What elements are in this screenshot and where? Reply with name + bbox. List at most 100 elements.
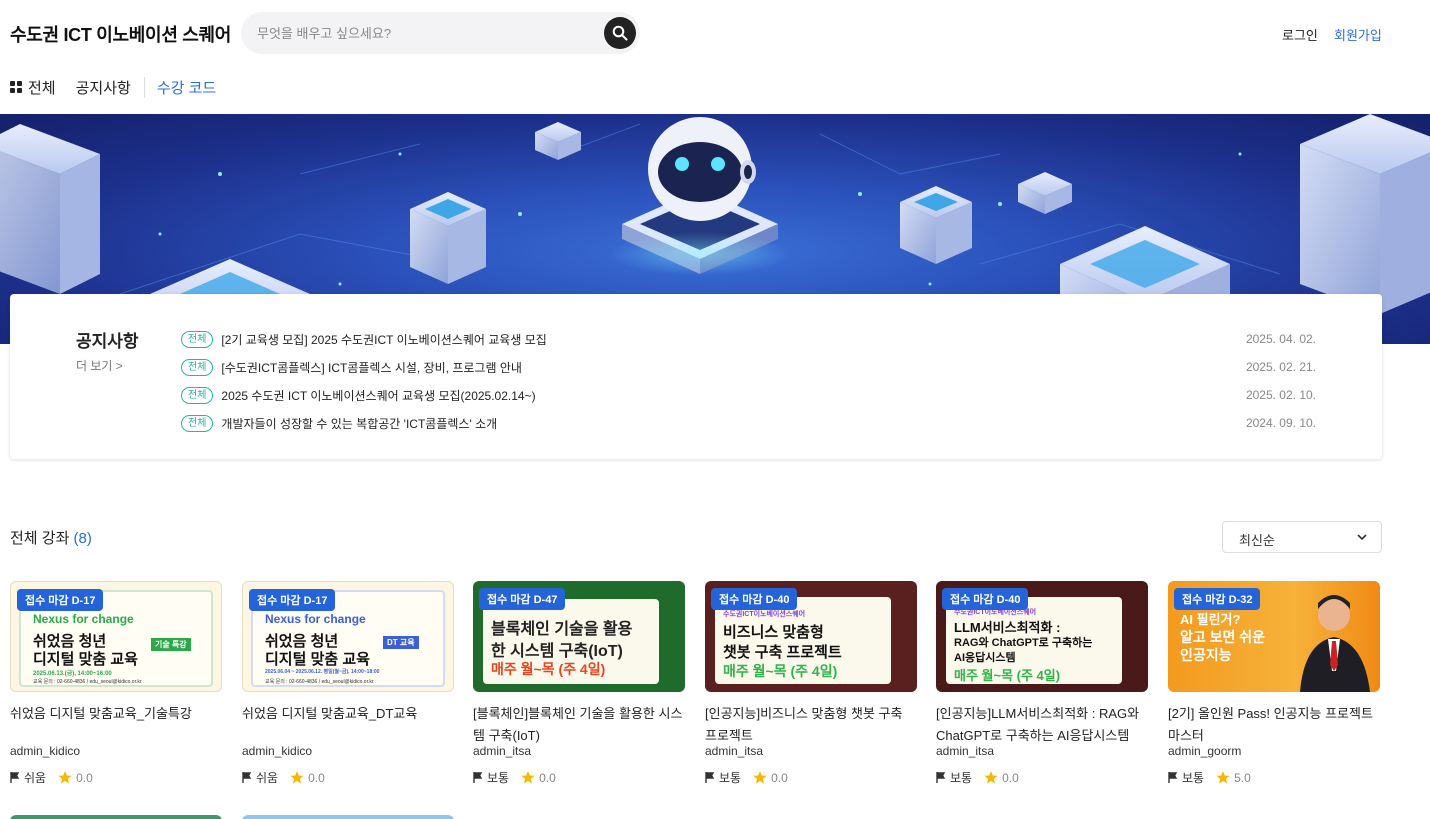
- sort-dropdown[interactable]: 최신순: [1222, 521, 1382, 553]
- poster-contact: 교육 문의 : 02-660-4836 / edu_seoul@kidico.o…: [265, 679, 374, 685]
- course-author: admin_itsa: [473, 744, 532, 758]
- nav-all[interactable]: 전체: [10, 77, 56, 98]
- notice-date: 2025. 02. 10.: [1245, 388, 1316, 402]
- course-author: admin_kidico: [10, 744, 81, 758]
- course-level: 쉬움: [24, 771, 47, 785]
- course-card[interactable]: 접수 마감 D-17 Nexus for change 쉬었음 청년 디지털 맞…: [242, 581, 454, 811]
- poster-subtitle: AI 필린거?: [1180, 612, 1241, 627]
- course-title[interactable]: [인공지능]LLM서비스최적화 : RAG와 ChatGPT로 구축하는 AI응…: [936, 703, 1148, 747]
- course-author: admin_itsa: [936, 744, 995, 758]
- course-thumbnail[interactable]: 접수 마감 D-17 Nexus for change 쉬었음 청년 디지털 맞…: [10, 581, 222, 692]
- poster-schedule: 매주 월~목 (주 4일): [491, 661, 606, 677]
- poster-contact: 교육 문의 : 02-660-4836 / edu_seoul@kidico.o…: [33, 679, 142, 685]
- notice-heading: 공지사항: [76, 332, 139, 351]
- notice-card: 공지사항 더 보기 > 전체 [2기 교육생 모집] 2025 수도권ICT 이…: [10, 294, 1382, 459]
- course-meta: 쉬움 0.0: [10, 769, 93, 786]
- main-nav: 전체 공지사항 수강 코드: [10, 76, 216, 98]
- instructor-photo: [1300, 595, 1370, 692]
- chevron-down-icon: [1357, 534, 1367, 540]
- course-card[interactable]: 접수 마감 D-40 수도권ICT이노베이션스퀘어 LLM서비스최적화 : RA…: [936, 581, 1148, 811]
- notice-title[interactable]: 2025 수도권 ICT 이노베이션스퀘어 교육생 모집(2025.02.14~…: [221, 387, 535, 404]
- course-author: admin_itsa: [705, 744, 764, 758]
- course-meta: 보통 0.0: [936, 769, 1019, 786]
- flag-icon: [936, 772, 946, 783]
- poster-date: 2025.06.13.(금), 14:00~16:00: [33, 671, 112, 677]
- notice-item[interactable]: 전체 [2기 교육생 모집] 2025 수도권ICT 이노베이션스퀘어 교육생 …: [181, 325, 1316, 353]
- courses-title-label: 전체 강좌: [10, 530, 70, 547]
- notice-item[interactable]: 전체 개발자들이 성장할 수 있는 복합공간 'ICT콤플렉스' 소개 2024…: [181, 409, 1316, 437]
- course-meta: 보통 0.0: [473, 769, 556, 786]
- flag-icon: [1168, 772, 1178, 783]
- notice-list: 전체 [2기 교육생 모집] 2025 수도권ICT 이노베이션스퀘어 교육생 …: [181, 325, 1316, 437]
- course-card[interactable]: 접수 마감 D-40 수도권ICT이노베이션스퀘어 비즈니스 맞춤형 챗봇 구축…: [705, 581, 917, 811]
- deadline-badge: 접수 마감 D-47: [479, 588, 566, 610]
- search-bar: [241, 12, 640, 54]
- course-title[interactable]: [블록체인]블록체인 기술을 활용한 시스템 구축(IoT): [473, 703, 685, 747]
- thumbnail-poster: 수도권ICT이노베이션스퀘어 비즈니스 맞춤형 챗봇 구축 프로젝트 매주 월~…: [715, 597, 891, 684]
- poster-title-2: 한 시스템 구축(IoT): [491, 643, 623, 660]
- course-thumbnail[interactable]: 접수 마감 D-17 Nexus for change 쉬었음 청년 디지털 맞…: [242, 581, 454, 692]
- star-icon: [58, 771, 72, 784]
- course-card-next-row[interactable]: [10, 815, 222, 819]
- flag-icon: [473, 772, 483, 783]
- nav-notice[interactable]: 공지사항: [76, 76, 145, 98]
- course-title[interactable]: 쉬었음 디지털 맞춤교육_기술특강: [10, 703, 222, 725]
- course-rating: 0.0: [76, 770, 93, 785]
- site-title[interactable]: 수도권 ICT 이노베이션 스퀘어: [10, 21, 231, 47]
- notice-item[interactable]: 전체 2025 수도권 ICT 이노베이션스퀘어 교육생 모집(2025.02.…: [181, 381, 1316, 409]
- course-rating: 5.0: [1234, 770, 1251, 785]
- course-meta: 쉬움 0.0: [242, 769, 325, 786]
- poster-subtitle: Nexus for change: [33, 612, 134, 626]
- login-link[interactable]: 로그인: [1282, 25, 1318, 44]
- notice-date: 2025. 04. 02.: [1245, 332, 1316, 346]
- notice-date: 2025. 02. 21.: [1245, 360, 1316, 374]
- flag-icon: [705, 772, 715, 783]
- course-thumbnail[interactable]: 접수 마감 D-32 AI 필린거? 알고 보면 쉬운 인공지능: [1168, 581, 1380, 692]
- star-icon: [984, 771, 998, 784]
- notice-more-link[interactable]: 더 보기 >: [76, 357, 123, 374]
- search-input[interactable]: [257, 12, 597, 54]
- course-thumbnail[interactable]: 접수 마감 D-40 수도권ICT이노베이션스퀘어 LLM서비스최적화 : RA…: [936, 581, 1148, 692]
- course-level: 보통: [1182, 771, 1205, 785]
- course-card[interactable]: 접수 마감 D-32 AI 필린거? 알고 보면 쉬운 인공지능 [2기] 올인…: [1168, 581, 1380, 811]
- notice-title[interactable]: [2기 교육생 모집] 2025 수도권ICT 이노베이션스퀘어 교육생 모집: [221, 331, 546, 348]
- poster-title-2: 챗봇 구축 프로젝트: [723, 644, 842, 661]
- poster-schedule: 매주 월~목 (주 4일): [723, 663, 838, 679]
- notice-date: 2024. 09. 10.: [1245, 416, 1316, 430]
- poster-org: 수도권ICT이노베이션스퀘어: [723, 611, 806, 618]
- course-level: 보통: [487, 771, 510, 785]
- poster-title-2: RAG와 ChatGPT로 구축하는: [954, 637, 1093, 649]
- thumbnail-poster: 수도권ICT이노베이션스퀘어 LLM서비스최적화 : RAG와 ChatGPT로…: [946, 597, 1122, 684]
- nav-enroll-code[interactable]: 수강 코드: [157, 77, 216, 98]
- notice-title[interactable]: [수도권ICT콤플렉스] ICT콤플렉스 시설, 장비, 프로그램 안내: [221, 359, 522, 376]
- course-level: 보통: [719, 771, 742, 785]
- course-title[interactable]: [인공지능]비즈니스 맞춤형 챗봇 구축 프로젝트: [705, 703, 917, 747]
- notice-badge: 전체: [181, 358, 214, 376]
- notice-title[interactable]: 개발자들이 성장할 수 있는 복합공간 'ICT콤플렉스' 소개: [221, 415, 497, 432]
- notice-badge: 전체: [181, 386, 214, 404]
- flag-icon: [10, 772, 20, 783]
- deadline-badge: 접수 마감 D-17: [249, 589, 336, 611]
- thumbnail-poster: 블록체인 기술을 활용 한 시스템 구축(IoT) 매주 월~목 (주 4일): [483, 599, 659, 684]
- course-title[interactable]: [2기] 올인원 Pass! 인공지능 프로젝트 마스터: [1168, 703, 1380, 747]
- course-title[interactable]: 쉬었음 디지털 맞춤교육_DT교육: [242, 703, 454, 725]
- poster-tag: DT 교육: [383, 636, 419, 649]
- poster-title-2: 인공지능: [1180, 647, 1232, 663]
- notice-badge: 전체: [181, 330, 214, 348]
- notice-item[interactable]: 전체 [수도권ICT콤플렉스] ICT콤플렉스 시설, 장비, 프로그램 안내 …: [181, 353, 1316, 381]
- star-icon: [753, 771, 767, 784]
- poster-schedule: 매주 월~목 (주 4일): [954, 668, 1061, 683]
- poster-date: 2025.06.04 ~ 2025.06.12. 평일(월~금), 14:00~…: [265, 669, 380, 675]
- course-rating: 0.0: [1002, 770, 1019, 785]
- course-rating: 0.0: [771, 770, 788, 785]
- course-card[interactable]: 접수 마감 D-47 블록체인 기술을 활용 한 시스템 구축(IoT) 매주 …: [473, 581, 685, 811]
- signup-link[interactable]: 회원가입: [1334, 25, 1382, 44]
- deadline-badge: 접수 마감 D-40: [942, 588, 1029, 610]
- course-thumbnail[interactable]: 접수 마감 D-47 블록체인 기술을 활용 한 시스템 구축(IoT) 매주 …: [473, 581, 685, 692]
- flag-icon: [242, 772, 252, 783]
- course-thumbnail[interactable]: 접수 마감 D-40 수도권ICT이노베이션스퀘어 비즈니스 맞춤형 챗봇 구축…: [705, 581, 917, 692]
- course-card[interactable]: 접수 마감 D-17 Nexus for change 쉬었음 청년 디지털 맞…: [10, 581, 222, 811]
- notice-badge: 전체: [181, 414, 214, 432]
- search-button[interactable]: [604, 17, 636, 49]
- course-card-next-row[interactable]: [242, 815, 454, 819]
